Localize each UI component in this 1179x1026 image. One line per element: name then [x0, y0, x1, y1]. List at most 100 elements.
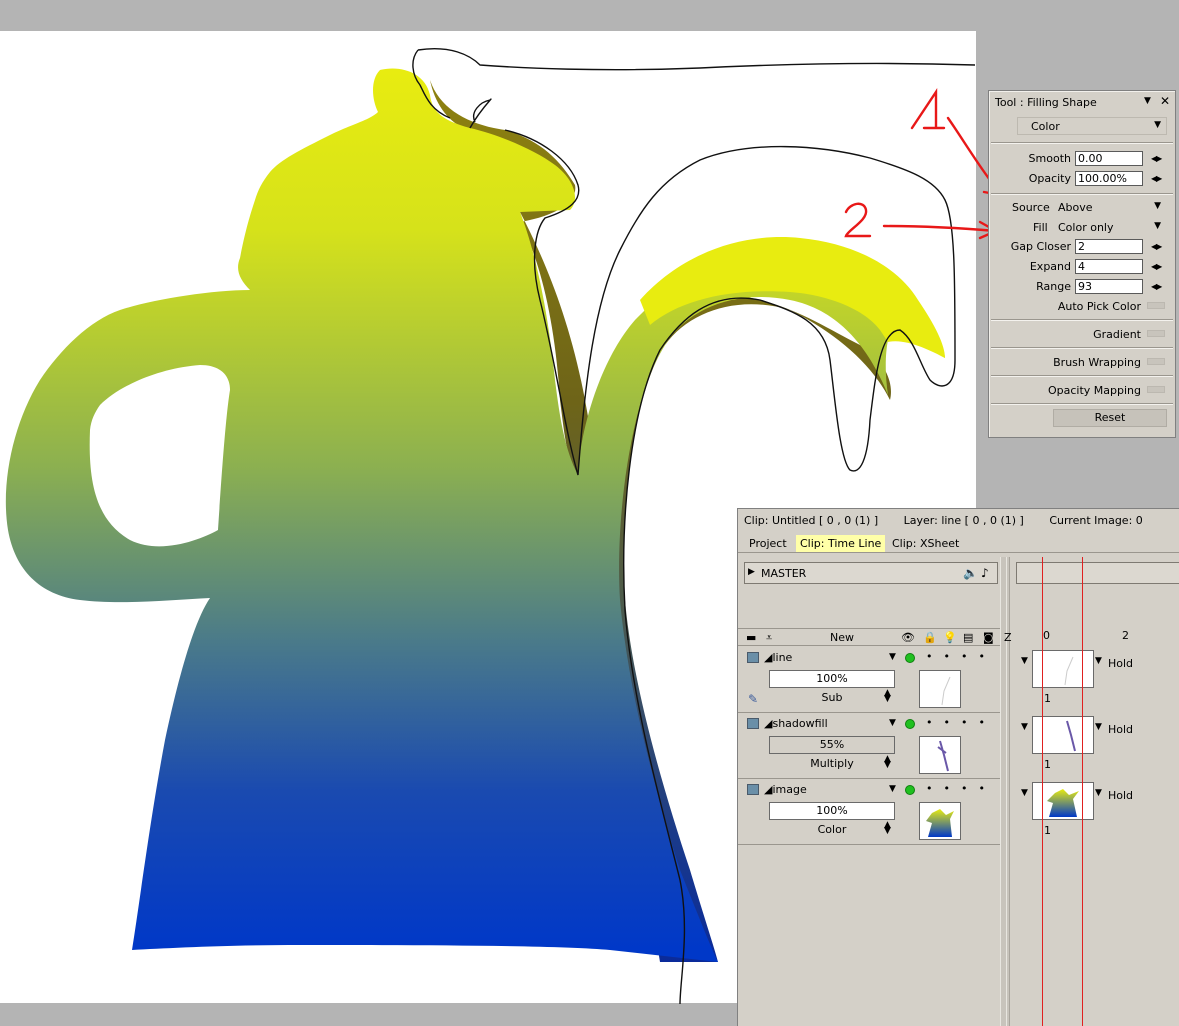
gradient-icon[interactable]: ▤: [963, 631, 973, 644]
tab-time-line[interactable]: Clip: Time Line: [796, 535, 886, 552]
visibility-dot[interactable]: [905, 719, 915, 729]
lock-icon[interactable]: 🔒: [923, 631, 937, 644]
frame-menu-icon[interactable]: ▼: [1021, 656, 1028, 666]
frame-mode[interactable]: Hold: [1108, 657, 1133, 670]
source-select[interactable]: Source Above ▼: [997, 198, 1167, 216]
layer-opacity[interactable]: 100%: [769, 802, 895, 820]
note-icon[interactable]: ♪: [981, 566, 989, 580]
layer-type-icon: [747, 718, 759, 729]
source-value: Above: [1058, 201, 1093, 214]
reset-button[interactable]: Reset: [1053, 409, 1167, 427]
layer-flags[interactable]: ••••: [926, 782, 996, 795]
opacity-spinner[interactable]: ◀▶: [1151, 174, 1162, 183]
ruler-0: 0: [1043, 629, 1050, 642]
master-track-frames[interactable]: [1016, 562, 1179, 584]
opacity-label: Opacity: [1028, 172, 1071, 185]
tool-title: Tool : Filling Shape: [995, 96, 1097, 109]
frame-number: 1: [1044, 692, 1051, 705]
chevron-down-icon: ▼: [1154, 201, 1161, 211]
frame-menu-icon[interactable]: ▼: [1021, 722, 1028, 732]
hold-menu-icon[interactable]: ▼: [1095, 722, 1102, 732]
tab-project[interactable]: Project: [745, 535, 791, 552]
frame-number: 1: [1044, 758, 1051, 771]
layer-opacity[interactable]: 100%: [769, 670, 895, 688]
folder-icon[interactable]: ▬: [746, 631, 756, 644]
frame-row-image[interactable]: ▼ ▼ Hold 1: [1016, 780, 1179, 846]
range-input[interactable]: 93: [1075, 279, 1143, 294]
layer-menu-icon[interactable]: ▼: [889, 718, 896, 728]
layer-name: ◢line: [764, 651, 793, 664]
eye-icon[interactable]: 👁: [901, 631, 915, 644]
layer-info: Layer: line [ 0 , 0 (1) ]: [903, 514, 1024, 527]
fill-select[interactable]: Fill Color only ▼: [997, 218, 1167, 236]
opacity-input[interactable]: 100.00%: [1075, 171, 1143, 186]
auto-pick-toggle[interactable]: [1147, 302, 1165, 309]
layer-thumbnail: [919, 670, 961, 708]
layer-menu-icon[interactable]: ▼: [889, 784, 896, 794]
hold-menu-icon[interactable]: ▼: [1095, 788, 1102, 798]
timeline-header: Clip: Untitled [ 0 , 0 (1) ] Layer: line…: [744, 514, 1165, 527]
master-label: MASTER: [761, 567, 807, 580]
timeline-splitter-2[interactable]: [1006, 557, 1010, 1026]
range-spinner[interactable]: ◀▶: [1151, 282, 1162, 291]
smooth-input[interactable]: 0.00: [1075, 151, 1143, 166]
layer-flags[interactable]: ••••: [926, 716, 996, 729]
opacity-mapping-toggle[interactable]: [1147, 386, 1165, 393]
expand-input[interactable]: 4: [1075, 259, 1143, 274]
clip-info: Clip: Untitled [ 0 , 0 (1) ]: [744, 514, 879, 527]
frame-menu-icon[interactable]: ▼: [1021, 788, 1028, 798]
layer-blend-mode[interactable]: Multiply: [769, 757, 895, 770]
frame-row-shadowfill[interactable]: ▼ ▼ Hold 1: [1016, 714, 1179, 780]
frame-row-line[interactable]: ▼ ▼ Hold 1: [1016, 648, 1179, 714]
tab-xsheet[interactable]: Clip: XSheet: [888, 535, 963, 552]
range-end-marker[interactable]: [1082, 557, 1083, 1026]
mask-icon[interactable]: ◙: [983, 631, 994, 644]
master-track[interactable]: ▶ MASTER 🔈 ♪: [744, 562, 998, 584]
fill-label: Fill: [1033, 221, 1048, 234]
mode-select[interactable]: Color ▼: [1017, 117, 1167, 135]
layer-name: ◢shadowfill: [764, 717, 828, 730]
layer-blend-mode[interactable]: Sub: [769, 691, 895, 704]
close-icon[interactable]: ✕: [1160, 94, 1170, 108]
playhead-marker[interactable]: [1042, 557, 1043, 1026]
visibility-dot[interactable]: [905, 653, 915, 663]
opacity-mapping-label: Opacity Mapping: [1047, 384, 1141, 397]
layer-opacity[interactable]: 55%: [769, 736, 895, 754]
current-image: Current Image: 0: [1049, 514, 1143, 527]
brush-wrapping-label: Brush Wrapping: [1053, 356, 1141, 369]
gap-closer-spinner[interactable]: ◀▶: [1151, 242, 1162, 251]
updown-icon[interactable]: ▲ ▼: [884, 821, 891, 836]
gradient-label: Gradient: [1093, 328, 1141, 341]
updown-icon[interactable]: ▲ ▼: [884, 689, 891, 704]
chevron-down-icon: ▼: [1154, 120, 1161, 130]
updown-icon[interactable]: ▲ ▼: [884, 755, 891, 770]
gap-closer-input[interactable]: 2: [1075, 239, 1143, 254]
expand-triangle-icon[interactable]: ▶: [748, 567, 755, 577]
layer-flags[interactable]: ••••: [926, 650, 996, 663]
layer-thumbnail: [919, 736, 961, 774]
frame-mode[interactable]: Hold: [1108, 723, 1133, 736]
bulb-icon[interactable]: 💡: [943, 631, 957, 644]
expand-spinner[interactable]: ◀▶: [1151, 262, 1162, 271]
panel-menu-icon[interactable]: ▼: [1144, 96, 1151, 106]
frame-mode[interactable]: Hold: [1108, 789, 1133, 802]
z-label: Z: [1004, 631, 1012, 644]
tray-icon[interactable]: ⩡: [766, 631, 772, 645]
new-layer-button[interactable]: New: [830, 631, 854, 644]
visibility-dot[interactable]: [905, 785, 915, 795]
pencil-icon: ✎: [748, 692, 759, 706]
hold-menu-icon[interactable]: ▼: [1095, 656, 1102, 666]
layer-row-shadowfill[interactable]: ◢shadowfill ▼ •••• 55% Multiply ▲ ▼: [738, 713, 1000, 779]
smooth-spinner[interactable]: ◀▶: [1151, 154, 1162, 163]
layer-menu-icon[interactable]: ▼: [889, 652, 896, 662]
speaker-icon[interactable]: 🔈: [963, 566, 978, 580]
layer-blend-mode[interactable]: Color: [769, 823, 895, 836]
gradient-toggle[interactable]: [1147, 330, 1165, 337]
brush-wrapping-toggle[interactable]: [1147, 358, 1165, 365]
layer-row-image[interactable]: ◢image ▼ •••• 100% Color ▲ ▼: [738, 779, 1000, 845]
layer-row-line[interactable]: ◢line ▼ •••• 100% Sub ▲ ▼ ✎: [738, 647, 1000, 713]
layer-name: ◢image: [764, 783, 807, 796]
smooth-label: Smooth: [1028, 152, 1071, 165]
tool-panel: Tool : Filling Shape ▼ ✕ Color ▼ Smooth …: [988, 90, 1176, 438]
mode-select-value: Color: [1031, 120, 1060, 133]
